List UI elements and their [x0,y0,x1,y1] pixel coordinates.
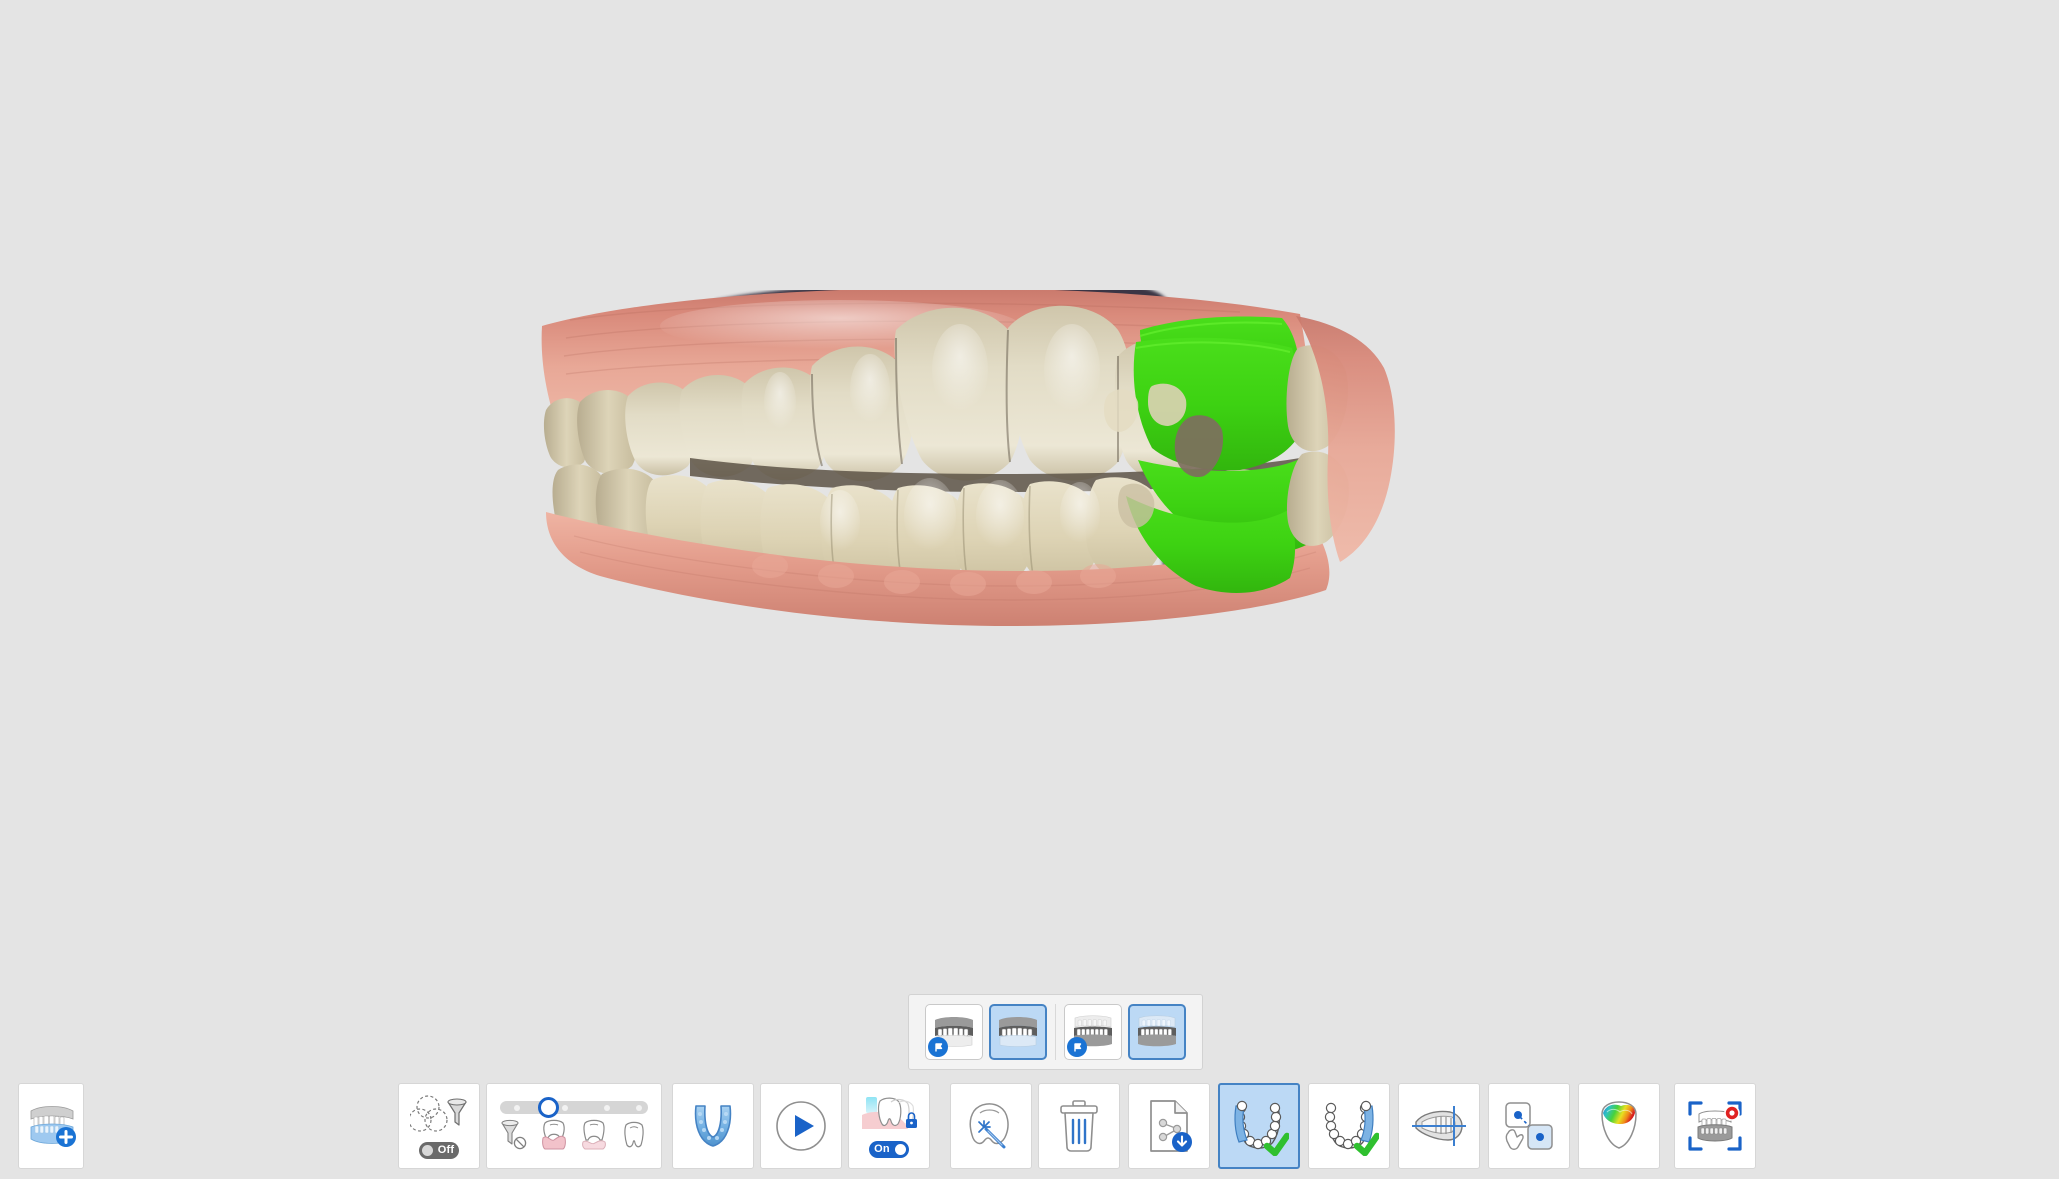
thumb-lower-preop[interactable]: Lower arch scan (pre-op) [1064,1004,1122,1060]
slider-tick-2[interactable] [562,1105,568,1111]
3d-dental-model-viewport[interactable]: 3D intraoral scan of upper and lower den… [0,0,2059,1000]
slider-tick-4[interactable] [636,1105,642,1111]
point-align-button[interactable] [1488,1083,1570,1169]
upper-arch-thumb-icon [999,1017,1037,1047]
export-share-button[interactable] [1128,1083,1210,1169]
occlusion-heatmap-icon [1601,1101,1637,1149]
filter-state-pill[interactable]: Off [418,1141,460,1159]
toggle-knob [894,1143,906,1155]
magic-wand-tooth-icon [969,1103,1009,1149]
thumb-group-lower: Lower arch scan (pre-op) [1055,1004,1194,1060]
delete-button[interactable] [1038,1083,1120,1169]
capture-frame-button[interactable] [1674,1083,1756,1169]
lock-state-label: On [874,1142,890,1155]
lock-margin-button[interactable]: On [848,1083,930,1169]
capture-frame-icon [1688,1101,1742,1151]
impression-tray-button[interactable] [672,1083,754,1169]
play-animation-button[interactable] [760,1083,842,1169]
filter-state-label: Off [437,1143,455,1156]
trash-icon [1060,1100,1098,1152]
arch-plus-icon [30,1106,76,1147]
lower-arch-thumb-icon [1138,1015,1176,1047]
thumb-lower-current[interactable]: Lower arch scan (current) [1128,1004,1186,1060]
slider-track[interactable] [500,1097,648,1118]
arch-crosshair-icon [1412,1106,1466,1146]
auto-clean-button[interactable] [950,1083,1032,1169]
venn-funnel-icon [410,1094,467,1132]
slider-handle[interactable] [538,1097,559,1118]
flag-marker-badge [1067,1037,1087,1057]
slider-tick-3[interactable] [604,1105,610,1111]
occlusal-axis-button[interactable] [1398,1083,1480,1169]
occlusion-map-button[interactable] [1578,1083,1660,1169]
point-align-icon [1505,1102,1553,1150]
dental-arch-model[interactable] [540,278,1600,710]
add-scan-button[interactable] [18,1083,84,1169]
flag-marker-badge [928,1037,948,1057]
tooth-lock-icon [862,1096,917,1129]
tooth-gum-full-icon[interactable] [540,1119,568,1151]
toggle-knob [421,1144,433,1156]
tooth-only-icon[interactable] [620,1119,648,1151]
lock-state-pill[interactable]: On [869,1140,909,1158]
scan-thumbnail-strip[interactable]: Upper arch scan (pre-op) Upper arch scan… [908,994,1203,1070]
tissue-trim-slider[interactable] [494,1089,654,1163]
file-share-icon [1150,1100,1192,1152]
lock-glyph [906,1111,917,1128]
lower-bite-check-icon [1324,1100,1379,1156]
arch-tray-icon [694,1105,732,1147]
tooth-gum-partial-icon[interactable] [580,1119,608,1151]
thumb-upper-current[interactable]: Upper arch scan (current) [989,1004,1047,1060]
tissue-trim-slider-group[interactable] [486,1083,662,1169]
upper-bite-registration-button[interactable] [1218,1083,1300,1169]
no-filter-icon[interactable] [500,1119,528,1151]
lower-bite-registration-button[interactable] [1308,1083,1390,1169]
slider-tick-1[interactable] [514,1105,520,1111]
bottom-toolbar: Off On [0,1083,2059,1179]
play-icon [776,1101,826,1151]
thumb-group-upper: Upper arch scan (pre-op) Upper arch scan… [917,1004,1055,1060]
dental-model-svg [541,278,1395,626]
thumb-upper-preop[interactable]: Upper arch scan (pre-op) [925,1004,983,1060]
upper-bite-check-icon [1234,1100,1289,1156]
filter-toggle-button[interactable]: Off [398,1083,480,1169]
